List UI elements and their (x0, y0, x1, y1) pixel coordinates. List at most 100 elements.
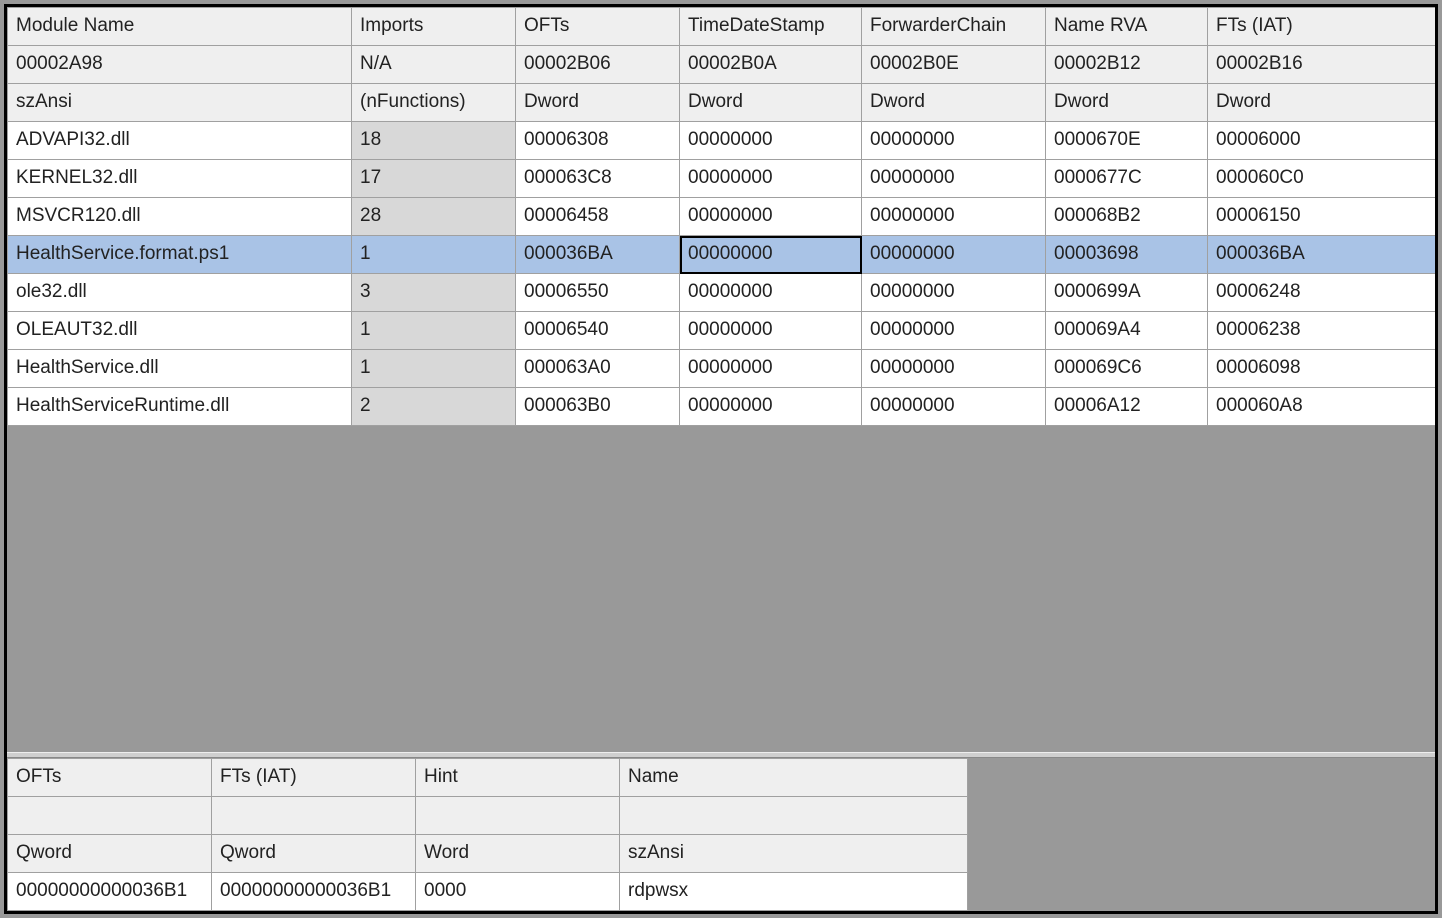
cell[interactable]: 00006238 (1208, 312, 1436, 350)
imports-header1-col-5[interactable]: Name RVA (1046, 8, 1208, 46)
imports-header2-col-5[interactable]: 00002B12 (1046, 46, 1208, 84)
cell[interactable]: 00000000 (862, 274, 1046, 312)
cell[interactable]: MSVCR120.dll (8, 198, 352, 236)
cell[interactable]: 00000000 (680, 388, 862, 426)
cell[interactable]: HealthService.format.ps1 (8, 236, 352, 274)
cell[interactable]: 000069C6 (1046, 350, 1208, 388)
imports-header3-col-5[interactable]: Dword (1046, 84, 1208, 122)
cell[interactable]: 2 (352, 388, 516, 426)
cell[interactable]: 00000000 (680, 160, 862, 198)
imports-header1-col-2[interactable]: OFTs (516, 8, 680, 46)
cell[interactable]: 00003698 (1046, 236, 1208, 274)
cell[interactable]: 00006000 (1208, 122, 1436, 160)
imports-header2-col-2[interactable]: 00002B06 (516, 46, 680, 84)
cell[interactable]: rdpwsx (620, 873, 968, 911)
cell[interactable]: 00006540 (516, 312, 680, 350)
cell[interactable]: 00000000 (680, 198, 862, 236)
imports-header3-col-2[interactable]: Dword (516, 84, 680, 122)
table-row[interactable]: ADVAPI32.dll1800006308000000000000000000… (8, 122, 1436, 160)
imports-header2-col-1[interactable]: N/A (352, 46, 516, 84)
cell[interactable]: 0000670E (1046, 122, 1208, 160)
cell[interactable]: 00000000 (862, 198, 1046, 236)
functions-header2-col-1[interactable] (212, 797, 416, 835)
imports-header2-col-6[interactable]: 00002B16 (1208, 46, 1436, 84)
imports-header2-col-3[interactable]: 00002B0A (680, 46, 862, 84)
cell[interactable]: 000068B2 (1046, 198, 1208, 236)
cell[interactable]: 00006308 (516, 122, 680, 160)
cell[interactable]: 000060A8 (1208, 388, 1436, 426)
imports-header2-col-0[interactable]: 00002A98 (8, 46, 352, 84)
cell[interactable]: 3 (352, 274, 516, 312)
imports-header3-col-6[interactable]: Dword (1208, 84, 1436, 122)
cell[interactable]: 00000000 (680, 236, 862, 274)
table-row[interactable]: HealthServiceRuntime.dll2000063B00000000… (8, 388, 1436, 426)
cell[interactable]: 00006A12 (1046, 388, 1208, 426)
table-row[interactable]: HealthService.format.ps11000036BA0000000… (8, 236, 1436, 274)
cell[interactable]: 00000000 (680, 274, 862, 312)
cell[interactable]: 28 (352, 198, 516, 236)
cell[interactable]: 00000000 (680, 312, 862, 350)
cell[interactable]: 0000699A (1046, 274, 1208, 312)
cell[interactable]: 0000 (416, 873, 620, 911)
imports-header1-col-4[interactable]: ForwarderChain (862, 8, 1046, 46)
table-row[interactable]: 00000000000036B100000000000036B10000rdpw… (8, 873, 968, 911)
imports-table[interactable]: Module NameImportsOFTsTimeDateStampForwa… (7, 7, 1435, 426)
cell[interactable]: 0000677C (1046, 160, 1208, 198)
cell[interactable]: 18 (352, 122, 516, 160)
imports-header3-col-4[interactable]: Dword (862, 84, 1046, 122)
functions-table[interactable]: OFTsFTs (IAT)HintName QwordQwordWordszAn… (7, 758, 968, 911)
imports-header3-col-0[interactable]: szAnsi (8, 84, 352, 122)
imports-header1-col-3[interactable]: TimeDateStamp (680, 8, 862, 46)
functions-header3-col-1[interactable]: Qword (212, 835, 416, 873)
table-row[interactable]: KERNEL32.dll17000063C8000000000000000000… (8, 160, 1436, 198)
cell[interactable]: 000069A4 (1046, 312, 1208, 350)
functions-header1-col-3[interactable]: Name (620, 759, 968, 797)
cell[interactable]: ole32.dll (8, 274, 352, 312)
cell[interactable]: 000063A0 (516, 350, 680, 388)
cell[interactable]: 000060C0 (1208, 160, 1436, 198)
cell[interactable]: 00000000 (680, 350, 862, 388)
cell[interactable]: 00000000 (862, 388, 1046, 426)
cell[interactable]: 00000000 (862, 122, 1046, 160)
cell[interactable]: 00006458 (516, 198, 680, 236)
cell[interactable]: 00006550 (516, 274, 680, 312)
cell[interactable]: 00000000 (862, 312, 1046, 350)
table-row[interactable]: OLEAUT32.dll1000065400000000000000000000… (8, 312, 1436, 350)
cell[interactable]: 000036BA (1208, 236, 1436, 274)
cell[interactable]: 00000000 (862, 160, 1046, 198)
cell[interactable]: 00000000000036B1 (212, 873, 416, 911)
imports-header1-col-1[interactable]: Imports (352, 8, 516, 46)
table-row[interactable]: MSVCR120.dll2800006458000000000000000000… (8, 198, 1436, 236)
cell[interactable]: ADVAPI32.dll (8, 122, 352, 160)
imports-header1-col-6[interactable]: FTs (IAT) (1208, 8, 1436, 46)
cell[interactable]: 00000000 (862, 350, 1046, 388)
cell[interactable]: 1 (352, 350, 516, 388)
cell[interactable]: 1 (352, 236, 516, 274)
cell[interactable]: OLEAUT32.dll (8, 312, 352, 350)
functions-header1-col-1[interactable]: FTs (IAT) (212, 759, 416, 797)
functions-header3-col-3[interactable]: szAnsi (620, 835, 968, 873)
functions-header2-col-2[interactable] (416, 797, 620, 835)
functions-header3-col-2[interactable]: Word (416, 835, 620, 873)
imports-header3-col-1[interactable]: (nFunctions) (352, 84, 516, 122)
functions-header1-col-0[interactable]: OFTs (8, 759, 212, 797)
functions-header2-col-3[interactable] (620, 797, 968, 835)
cell[interactable]: 17 (352, 160, 516, 198)
functions-header3-col-0[interactable]: Qword (8, 835, 212, 873)
cell[interactable]: KERNEL32.dll (8, 160, 352, 198)
cell[interactable]: 00006150 (1208, 198, 1436, 236)
functions-header1-col-2[interactable]: Hint (416, 759, 620, 797)
imports-header3-col-3[interactable]: Dword (680, 84, 862, 122)
cell[interactable]: 00006098 (1208, 350, 1436, 388)
cell[interactable]: HealthService.dll (8, 350, 352, 388)
cell[interactable]: 00000000 (862, 236, 1046, 274)
imports-header2-col-4[interactable]: 00002B0E (862, 46, 1046, 84)
functions-header2-col-0[interactable] (8, 797, 212, 835)
cell[interactable]: 1 (352, 312, 516, 350)
cell[interactable]: 00000000000036B1 (8, 873, 212, 911)
cell[interactable]: HealthServiceRuntime.dll (8, 388, 352, 426)
cell[interactable]: 000036BA (516, 236, 680, 274)
cell[interactable]: 000063B0 (516, 388, 680, 426)
cell[interactable]: 00006248 (1208, 274, 1436, 312)
table-row[interactable]: HealthService.dll1000063A000000000000000… (8, 350, 1436, 388)
